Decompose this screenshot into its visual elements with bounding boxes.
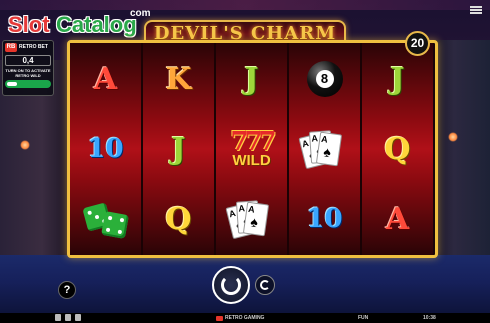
die-pip (117, 229, 122, 235)
sound-icon[interactable] (65, 314, 71, 321)
retro-bet-description: TURN ON TO ACTIVATE RETRO WILD (5, 68, 51, 78)
spin-button[interactable] (212, 266, 250, 304)
eight-ball-number: 8 (315, 70, 334, 88)
cards-symbol: A♠A♠A♠ (224, 197, 275, 241)
watermark-slot: Slot (8, 12, 50, 37)
autoplay-icon (260, 280, 270, 290)
paylines-count: 20 (405, 31, 430, 56)
autoplay-button[interactable] (255, 275, 275, 295)
reel-5: JQA (362, 43, 433, 255)
brand-logo-icon (216, 315, 223, 321)
retro-bet-panel: RB RETRO BET 0,4 TURN ON TO ACTIVATE RET… (2, 40, 54, 96)
retro-bet-badge: RB (5, 43, 17, 52)
die-pip (105, 227, 110, 233)
bottom-bar: RETRO GAMING FUN 10:38 (0, 313, 490, 323)
retro-bet-value: 0,4 (5, 55, 51, 66)
info-icon[interactable] (75, 314, 81, 321)
symbol-q: Q (165, 201, 192, 237)
reel-symbol: 10 (70, 114, 141, 184)
watermark-catalog: Catalog (56, 12, 137, 37)
reel-symbol: 8 (289, 44, 360, 114)
reel-symbol: J (143, 114, 214, 184)
symbol-a: A (385, 201, 410, 237)
die-pip (86, 210, 92, 216)
reel-4: 8 A♠A♠A♠ 10 (289, 43, 360, 255)
reel-symbol: J (216, 44, 287, 114)
menu-icon[interactable] (470, 6, 482, 14)
reel-symbol: 777 WILD (216, 114, 287, 184)
spin-icon (221, 275, 241, 295)
spade-icon: ♠ (322, 143, 332, 161)
symbol-10: 10 (306, 204, 343, 234)
retro-wild-toggle[interactable] (5, 80, 51, 88)
right-wall (430, 40, 490, 260)
reel-symbol: 10 (289, 184, 360, 254)
wild-symbol: 777 WILD (230, 127, 276, 169)
eight-ball-symbol: 8 (306, 61, 343, 97)
watermark-com: com (130, 8, 151, 19)
reel-symbol: A (362, 184, 433, 254)
reel-2: KJQ (143, 43, 214, 255)
cards-symbol: A♠A♠A♠ (297, 127, 348, 171)
reel-symbol: Q (362, 114, 433, 184)
wild-label: WILD (232, 152, 271, 169)
reel-symbol: K (143, 44, 214, 114)
die-pip (94, 214, 99, 220)
die-pip (107, 215, 112, 221)
symbol-j: J (390, 61, 405, 97)
retro-bet-label: RETRO BET (19, 44, 48, 50)
symbol-j: J (244, 61, 259, 97)
reel-symbol: A♠A♠A♠ (216, 184, 287, 254)
lamp-light (448, 132, 458, 142)
playing-card: A♠ (242, 201, 269, 237)
reel-symbol: Q (143, 184, 214, 254)
symbol-a: A (93, 61, 118, 97)
spade-icon: ♠ (249, 213, 259, 231)
reel-symbol (70, 184, 141, 254)
reel-symbol: A (70, 44, 141, 114)
lamp-light (20, 140, 30, 150)
game-mode: FUN (358, 315, 369, 321)
help-button[interactable]: ? (58, 281, 76, 299)
slotcatalog-watermark: Slot Catalog com (6, 6, 151, 42)
home-icon[interactable] (55, 314, 61, 321)
die-pip (119, 217, 124, 223)
die (100, 211, 129, 239)
reels-frame: A10KJQJ777WILDA♠A♠A♠8A♠A♠A♠10JQA (67, 40, 438, 258)
wild-sevens: 777 (230, 127, 276, 157)
symbol-10: 10 (87, 134, 124, 164)
reel-1: A 10 (70, 43, 141, 255)
symbol-j: J (171, 131, 186, 167)
symbol-q: Q (384, 131, 411, 167)
dice-symbol (81, 199, 129, 239)
symbol-k: K (165, 61, 192, 97)
clock: 10:38 (423, 315, 436, 321)
reel-3: J 777WILD A♠A♠A♠ (216, 43, 287, 255)
reel-symbol: A♠A♠A♠ (289, 114, 360, 184)
playing-card: A♠ (315, 131, 342, 167)
brand-name: RETRO GAMING (225, 315, 265, 321)
